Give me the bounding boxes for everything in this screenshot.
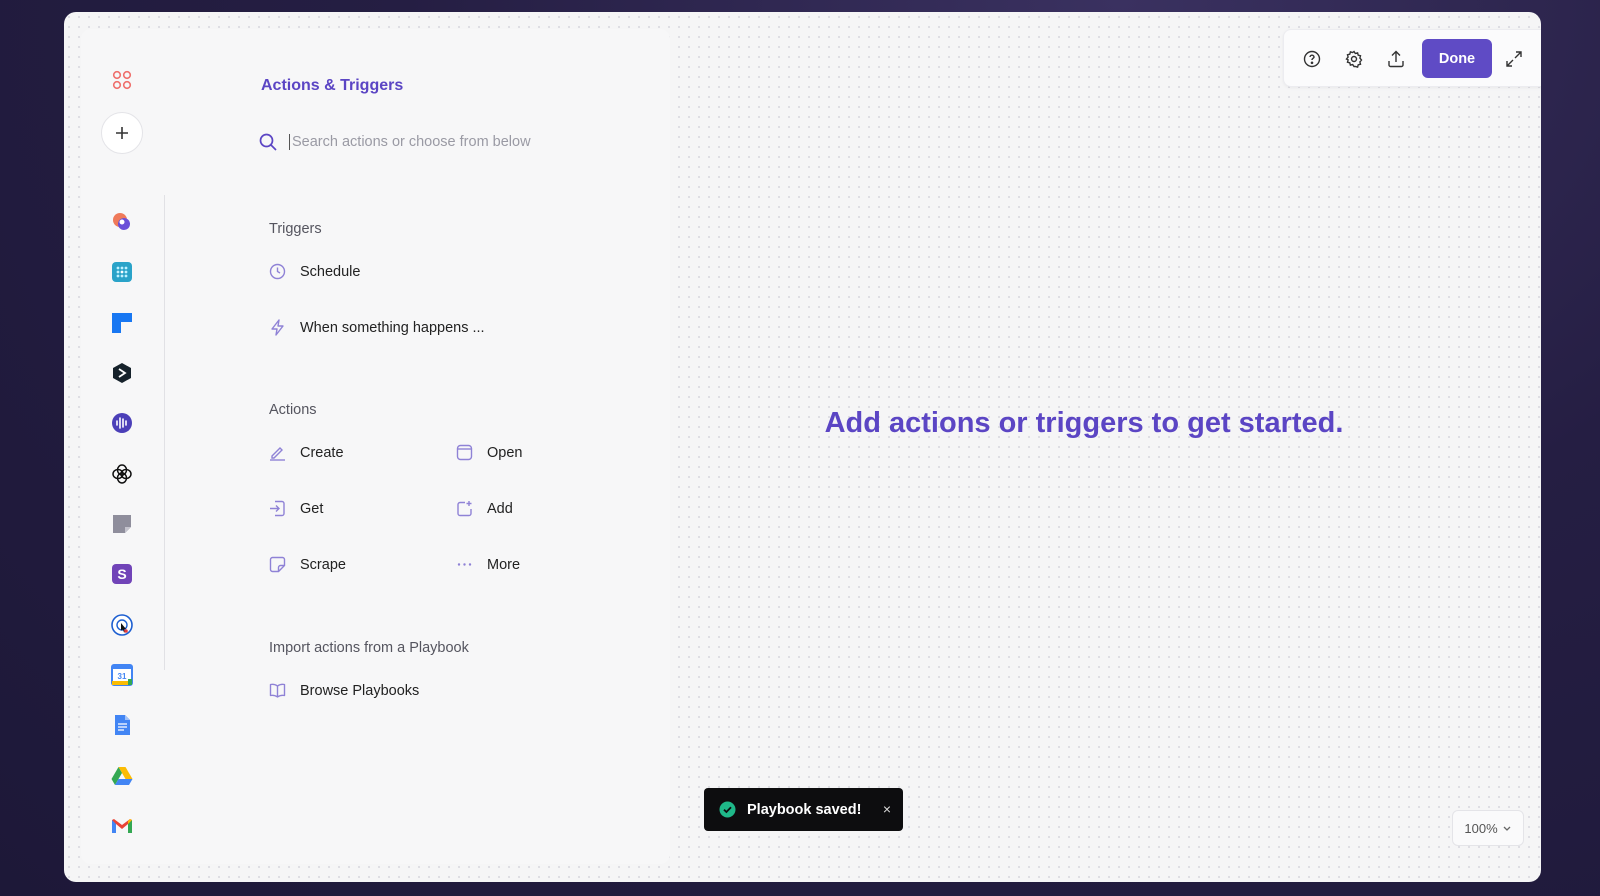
trigger-schedule[interactable]: Schedule — [269, 263, 360, 280]
browse-label: Browse Playbooks — [300, 682, 420, 699]
action-label: Open — [487, 444, 523, 461]
app-rail: S 31 — [81, 29, 164, 864]
gear-icon — [1345, 50, 1363, 68]
search-icon — [259, 133, 277, 151]
book-icon — [269, 683, 286, 698]
airtable-icon[interactable] — [111, 261, 133, 283]
action-label: Create — [300, 444, 344, 461]
voice-app-icon[interactable] — [111, 412, 133, 434]
s-app-icon[interactable]: S — [111, 563, 133, 585]
import-heading: Import actions from a Playbook — [269, 640, 469, 656]
apps-grid-icon[interactable] — [111, 69, 133, 91]
playbook-editor-window: S 31 Actions & Triggers Search actions o… — [64, 12, 1541, 882]
gmail-icon[interactable] — [111, 815, 133, 837]
window-icon — [456, 444, 473, 461]
action-label: Scrape — [300, 556, 346, 573]
chevron-down-icon — [1503, 826, 1511, 831]
done-button[interactable]: Done — [1422, 39, 1492, 78]
svg-text:31: 31 — [118, 672, 127, 681]
settings-button[interactable] — [1342, 47, 1366, 71]
action-label: Get — [300, 500, 324, 517]
sticky-note-icon[interactable] — [111, 513, 133, 535]
perplexity-icon[interactable] — [111, 362, 133, 384]
share-button[interactable] — [1384, 47, 1408, 71]
search-bar — [259, 124, 639, 160]
google-drive-icon[interactable] — [111, 765, 133, 787]
expand-button[interactable] — [1502, 47, 1526, 71]
upload-icon — [1388, 50, 1404, 68]
action-get[interactable]: Get — [269, 500, 323, 517]
add-box-icon — [457, 501, 472, 517]
scrape-icon — [269, 556, 286, 573]
ellipsis-icon — [457, 563, 472, 566]
google-calendar-icon[interactable]: 31 — [111, 664, 133, 686]
trigger-when-something-happens[interactable]: When something happens ... — [269, 319, 485, 336]
action-label: More — [487, 556, 521, 573]
actions-triggers-panel: Actions & Triggers Triggers Schedule Whe… — [164, 29, 670, 864]
web-scraper-icon[interactable] — [111, 614, 133, 636]
editor-toolbar: Done — [1283, 29, 1541, 87]
triggers-heading: Triggers — [269, 221, 322, 237]
add-app-icon — [116, 127, 128, 139]
action-add[interactable]: Add — [456, 500, 513, 517]
help-button[interactable] — [1300, 47, 1324, 71]
lightning-icon — [271, 319, 284, 336]
check-circle-icon — [719, 801, 736, 818]
trigger-label: When something happens ... — [300, 319, 485, 336]
import-icon — [270, 500, 285, 517]
panel-title: Actions & Triggers — [261, 77, 404, 94]
action-more[interactable]: More — [456, 556, 520, 573]
action-open[interactable]: Open — [456, 444, 522, 461]
help-icon — [1303, 50, 1321, 68]
google-docs-icon[interactable] — [111, 714, 133, 736]
toast-close-button[interactable]: × — [883, 801, 891, 817]
actions-heading: Actions — [269, 402, 317, 418]
clock-icon — [269, 263, 286, 280]
linear-icon[interactable] — [111, 312, 133, 334]
toast-message: Playbook saved! — [747, 801, 862, 818]
zoom-level: 100% — [1464, 820, 1498, 836]
svg-text:S: S — [117, 566, 126, 582]
search-input[interactable] — [289, 134, 609, 150]
zoom-control[interactable]: 100% — [1452, 810, 1524, 846]
openai-icon[interactable] — [111, 463, 133, 485]
toast-notification: Playbook saved! × — [704, 788, 903, 831]
expand-icon — [1506, 51, 1522, 67]
action-create[interactable]: Create — [269, 444, 344, 461]
browse-playbooks-button[interactable]: Browse Playbooks — [269, 682, 419, 699]
action-label: Add — [487, 500, 513, 517]
pen-icon — [270, 447, 285, 461]
microsoft-loop-icon[interactable] — [111, 211, 133, 233]
panel-divider — [164, 195, 165, 670]
add-app-button[interactable] — [101, 112, 143, 154]
action-scrape[interactable]: Scrape — [269, 556, 346, 573]
canvas-empty-hint: Add actions or triggers to get started. — [824, 407, 1344, 439]
trigger-label: Schedule — [300, 263, 361, 280]
